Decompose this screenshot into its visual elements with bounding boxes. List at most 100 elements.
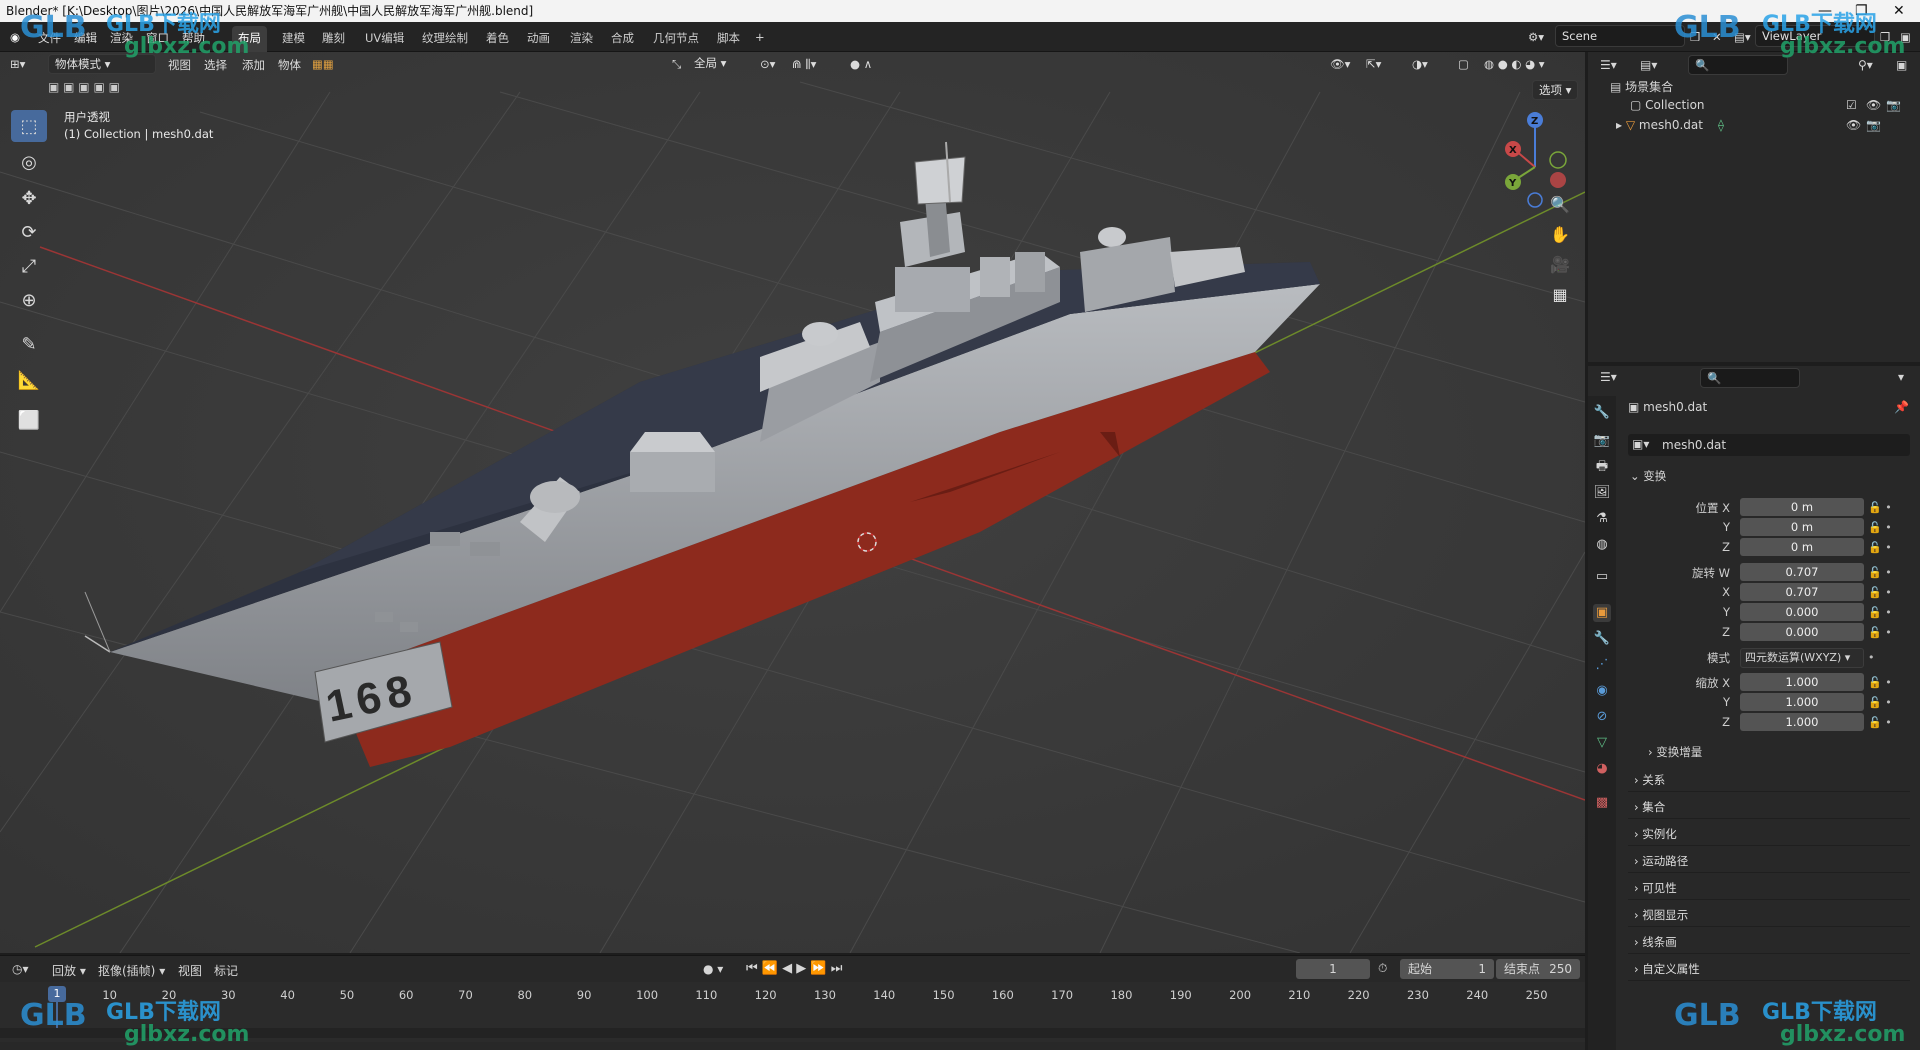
tab-scripting[interactable]: 脚本 xyxy=(717,30,740,46)
mesh-data-tab-icon[interactable]: ▽ xyxy=(1593,734,1611,752)
camera-render-icon[interactable]: 📷 xyxy=(1886,98,1901,112)
outliner-item-mesh[interactable]: ▸ ▽ mesh0.dat ⟠ 👁 📷 xyxy=(1616,118,1910,136)
properties-search-input[interactable]: 🔍 xyxy=(1700,368,1800,388)
gizmo-toggle-icon[interactable]: ⇱▾ xyxy=(1366,57,1381,71)
close-icon[interactable]: ✕ xyxy=(1893,0,1905,22)
marker-menu[interactable]: 标记 xyxy=(214,962,238,979)
new-collection-icon[interactable]: ▣ xyxy=(1896,58,1907,72)
display-mode-icon[interactable]: ▤▾ xyxy=(1640,58,1657,72)
tab-modeling[interactable]: 建模 xyxy=(282,30,305,46)
cursor-tool-icon[interactable]: ◎ xyxy=(11,146,47,178)
location-y-field[interactable]: 0 m xyxy=(1740,518,1864,536)
section-viewport-display[interactable]: › 视图显示 xyxy=(1628,903,1910,927)
playback-menu[interactable]: 回放 ▾ xyxy=(52,962,86,979)
tab-sculpting[interactable]: 雕刻 xyxy=(322,30,345,46)
tab-rendering[interactable]: 渲染 xyxy=(570,30,593,46)
view-layer-tab-icon[interactable]: 🖼 xyxy=(1593,484,1611,502)
move-tool-icon[interactable]: ✥ xyxy=(11,182,47,214)
properties-type-icon[interactable]: ☰▾ xyxy=(1600,370,1617,384)
texture-tab-icon[interactable]: ▩ xyxy=(1593,794,1611,812)
pivot-icon[interactable]: ⊙▾ xyxy=(760,57,775,71)
section-custom-properties[interactable]: › 自定义属性 xyxy=(1628,957,1910,981)
shading-modes-icon[interactable]: ◍ ● ◐ ◕ ▾ xyxy=(1484,57,1545,71)
collection-tab-icon[interactable]: ▭ xyxy=(1593,568,1611,586)
delta-transform-header[interactable]: › 变换增量 xyxy=(1648,744,1702,760)
object-type-icon[interactable]: ▣▾ xyxy=(1632,437,1649,451)
timeline-view-menu[interactable]: 视图 xyxy=(178,962,202,979)
rotation-w-field[interactable]: 0.707 xyxy=(1740,563,1864,581)
pin-icon[interactable]: 📌 xyxy=(1894,400,1909,414)
world-tab-icon[interactable]: ◍ xyxy=(1593,536,1611,554)
section-instancing[interactable]: › 实例化 xyxy=(1628,822,1910,846)
tool-tab-icon[interactable]: 🔧 xyxy=(1593,404,1611,422)
tab-animation[interactable]: 动画 xyxy=(527,30,550,46)
outliner-item-collection[interactable]: ▢ Collection ☑ 👁 📷 xyxy=(1630,98,1910,116)
selection-mode-icons[interactable]: ▣ ▣ ▣ ▣ ▣ xyxy=(48,80,138,98)
current-frame-field[interactable]: 1 xyxy=(1296,959,1370,979)
tab-texture-paint[interactable]: 纹理绘制 xyxy=(422,30,468,46)
proportional-edit-icon[interactable]: ● ∧ xyxy=(850,57,872,71)
timeline-type-icon[interactable]: ◷▾ xyxy=(12,962,29,976)
rotate-tool-icon[interactable]: ⟳ xyxy=(11,216,47,248)
outliner-search-input[interactable]: 🔍 xyxy=(1688,55,1788,75)
scale-y-field[interactable]: 1.000 xyxy=(1740,693,1864,711)
eye-icon[interactable]: 👁 xyxy=(1866,98,1881,112)
add-workspace-button[interactable]: + xyxy=(755,30,765,44)
object-name-field[interactable]: ▣▾ mesh0.dat xyxy=(1628,434,1910,456)
location-x-field[interactable]: 0 m xyxy=(1740,498,1864,516)
playback-controls-icons[interactable]: ⏮ ⏪ ◀ ▶ ⏩ ⏭ xyxy=(746,961,842,976)
perspective-grid-icon[interactable]: ▦ xyxy=(1545,280,1575,308)
eye-icon[interactable]: 👁 xyxy=(1846,118,1861,132)
rotation-mode-select[interactable]: 四元数运算(WXYZ) ▾ xyxy=(1740,648,1864,668)
record-icon[interactable]: ● ▾ xyxy=(703,962,723,976)
scene-selector[interactable]: Scene xyxy=(1555,25,1685,47)
annotate-tool-icon[interactable]: ✎ xyxy=(11,328,47,360)
scale-z-field[interactable]: 1.000 xyxy=(1740,713,1864,731)
xray-icon[interactable]: ▢ xyxy=(1458,57,1469,71)
modifier-tab-icon[interactable]: 🔧 xyxy=(1593,630,1611,648)
camera-view-icon[interactable]: 🎥 xyxy=(1545,250,1575,278)
zoom-icon[interactable]: 🔍 xyxy=(1545,190,1575,218)
3d-viewport[interactable]: 168 Z X Y 用户透视 (1) Collection | mesh0.da… xyxy=(0,52,1585,953)
tab-uv-editing[interactable]: UV编辑 xyxy=(365,30,404,46)
transform-tool-icon[interactable]: ⊕ xyxy=(11,284,47,316)
rotation-z-field[interactable]: 0.000 xyxy=(1740,623,1864,641)
location-z-field[interactable]: 0 m xyxy=(1740,538,1864,556)
orientation-selector[interactable]: 全局 ▾ xyxy=(688,54,746,74)
scale-tool-icon[interactable]: ⤢ xyxy=(11,250,47,282)
rotation-x-field[interactable]: 0.707 xyxy=(1740,583,1864,601)
filter-icon[interactable]: ⚲▾ xyxy=(1858,58,1873,72)
properties-options-icon[interactable]: ▾ xyxy=(1898,370,1904,384)
menu-select[interactable]: 选择 xyxy=(204,57,227,73)
end-frame-field[interactable]: 结束点 250 xyxy=(1496,959,1580,979)
camera-render-icon[interactable]: 📷 xyxy=(1866,118,1881,132)
section-relations[interactable]: › 关系 xyxy=(1628,768,1910,792)
orientation-icon[interactable]: ⤡ xyxy=(672,57,681,72)
visibility-icon[interactable]: 👁▾ xyxy=(1330,57,1350,71)
fbx-import-icon[interactable]: ▦▦ xyxy=(312,57,334,71)
include-checkbox-icon[interactable]: ☑ xyxy=(1846,98,1857,112)
section-motion-paths[interactable]: › 运动路径 xyxy=(1628,849,1910,873)
select-box-tool-icon[interactable]: ⬚ xyxy=(11,110,47,142)
output-tab-icon[interactable]: 🖶 xyxy=(1593,458,1611,476)
section-line-art[interactable]: › 线条画 xyxy=(1628,930,1910,954)
keying-menu[interactable]: 抠像(插帧) ▾ xyxy=(98,962,165,979)
tab-geometry-nodes[interactable]: 几何节点 xyxy=(653,30,699,46)
measure-tool-icon[interactable]: 📐 xyxy=(11,364,47,396)
scale-x-field[interactable]: 1.000 xyxy=(1740,673,1864,691)
object-tab-icon[interactable]: ▣ xyxy=(1593,604,1611,622)
section-visibility[interactable]: › 可见性 xyxy=(1628,876,1910,900)
start-frame-field[interactable]: 起始 1 xyxy=(1400,959,1494,979)
particles-tab-icon[interactable]: ⋰ xyxy=(1593,656,1611,674)
pan-hand-icon[interactable]: ✋ xyxy=(1545,220,1575,248)
render-tab-icon[interactable]: 📷 xyxy=(1593,432,1611,450)
section-collections[interactable]: › 集合 xyxy=(1628,795,1910,819)
material-tab-icon[interactable]: ◕ xyxy=(1593,760,1611,778)
snap-icon[interactable]: ⋒ ⫼▾ xyxy=(792,57,816,72)
menu-add[interactable]: 添加 xyxy=(242,57,265,73)
outliner-type-icon[interactable]: ☰▾ xyxy=(1600,58,1617,72)
menu-object[interactable]: 物体 xyxy=(278,57,301,73)
constraints-tab-icon[interactable]: ⊘ xyxy=(1593,708,1611,726)
outliner-scene-collection[interactable]: ▤ 场景集合 xyxy=(1610,78,1910,96)
tab-shading[interactable]: 着色 xyxy=(486,30,509,46)
